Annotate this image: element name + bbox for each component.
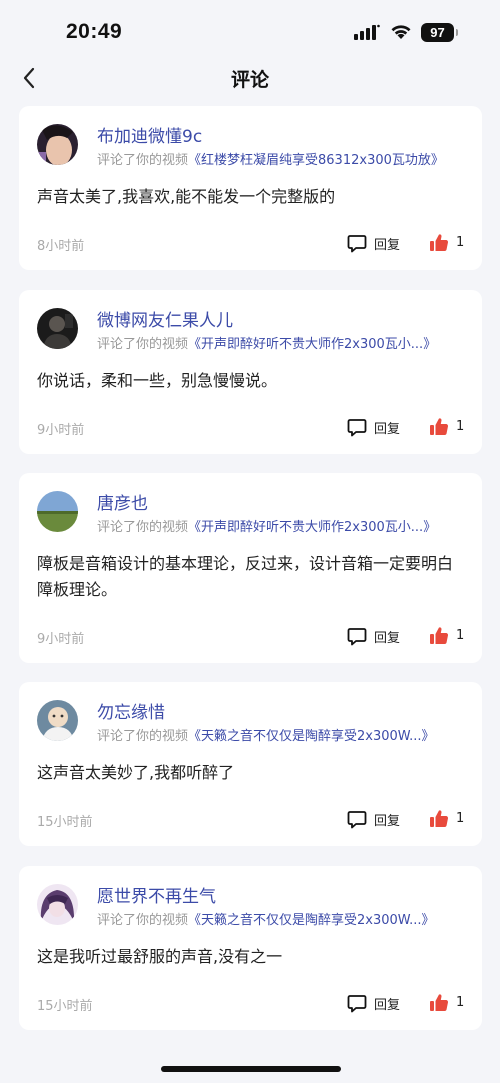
video-link[interactable]: 《红楼梦枉凝眉纯享受86312x300瓦功放》 — [188, 153, 444, 168]
video-link[interactable]: 《开声即醉好听不贵大师作2x300瓦小...》 — [188, 520, 436, 535]
like-button[interactable]: 1 — [429, 232, 469, 254]
comment-card: 勿忘缘惜 评论了你的视频《天籁之音不仅仅是陶醉享受2x300W...》 这声音太… — [19, 682, 482, 846]
comment-icon — [347, 419, 367, 437]
video-link[interactable]: 《天籁之音不仅仅是陶醉享受2x300W...》 — [188, 913, 435, 928]
reply-label: 回复 — [374, 422, 401, 437]
like-count: 1 — [456, 811, 465, 826]
battery-icon: 97 — [421, 23, 454, 42]
comment-source: 评论了你的视频《红楼梦枉凝眉纯享受86312x300瓦功放》 — [97, 149, 467, 168]
comment-card: 微博网友仁果人儿 评论了你的视频《开声即醉好听不贵大师作2x300瓦小...》 … — [19, 290, 482, 454]
comment-card: 布加迪微懂9c 评论了你的视频《红楼梦枉凝眉纯享受86312x300瓦功放》 声… — [19, 106, 482, 270]
comment-icon — [347, 628, 367, 646]
comment-source: 评论了你的视频《天籁之音不仅仅是陶醉享受2x300W...》 — [97, 725, 467, 744]
source-prefix: 评论了你的视频 — [97, 913, 189, 928]
signal-icon — [354, 24, 380, 40]
thumbs-up-icon — [430, 810, 449, 828]
card-footer: 9小时前 回复 1 — [19, 416, 482, 438]
status-time: 20:49 — [66, 20, 123, 43]
comment-text: 这是我听过最舒服的声音,没有之一 — [37, 947, 283, 966]
timestamp: 8小时前 — [37, 239, 85, 254]
status-bar: 20:49 97 — [0, 0, 500, 56]
thumbs-up-icon — [430, 234, 449, 252]
battery-tip — [456, 29, 458, 36]
video-link[interactable]: 《开声即醉好听不贵大师作2x300瓦小...》 — [188, 337, 436, 352]
reply-label: 回复 — [374, 814, 401, 829]
timestamp: 15小时前 — [37, 815, 93, 830]
user-name[interactable]: 唐彦也 — [97, 489, 148, 514]
card-footer: 9小时前 回复 1 — [19, 625, 482, 647]
comment-icon — [347, 995, 367, 1013]
like-button[interactable]: 1 — [429, 808, 469, 830]
comment-icon — [347, 235, 367, 253]
card-footer: 8小时前 回复 1 — [19, 232, 482, 254]
like-count: 1 — [456, 628, 465, 643]
thumbs-up-icon — [430, 627, 449, 645]
like-button[interactable]: 1 — [429, 992, 469, 1014]
avatar[interactable] — [37, 491, 78, 532]
user-name[interactable]: 愿世界不再生气 — [97, 882, 216, 907]
source-prefix: 评论了你的视频 — [97, 729, 189, 744]
nav-bar: 评论 — [0, 56, 500, 100]
card-footer: 15小时前 回复 1 — [19, 808, 482, 830]
timestamp: 9小时前 — [37, 423, 85, 438]
source-prefix: 评论了你的视频 — [97, 153, 189, 168]
reply-label: 回复 — [374, 998, 401, 1013]
reply-label: 回复 — [374, 238, 401, 253]
home-indicator[interactable] — [161, 1066, 341, 1072]
comment-text: 这声音太美妙了,我都听醉了 — [37, 763, 235, 782]
page-title: 评论 — [230, 69, 269, 91]
avatar[interactable] — [37, 124, 78, 165]
user-name[interactable]: 布加迪微懂9c — [97, 122, 202, 147]
like-count: 1 — [456, 235, 465, 250]
like-count: 1 — [456, 419, 465, 434]
avatar[interactable] — [37, 700, 78, 741]
source-prefix: 评论了你的视频 — [97, 520, 189, 535]
timestamp: 9小时前 — [37, 632, 85, 647]
user-name[interactable]: 勿忘缘惜 — [97, 698, 165, 723]
source-prefix: 评论了你的视频 — [97, 337, 189, 352]
thumbs-up-icon — [430, 418, 449, 436]
avatar[interactable] — [37, 308, 78, 349]
like-button[interactable]: 1 — [429, 625, 469, 647]
comment-card: 愿世界不再生气 评论了你的视频《天籁之音不仅仅是陶醉享受2x300W...》 这… — [19, 866, 482, 1030]
like-count: 1 — [456, 995, 465, 1010]
avatar[interactable] — [37, 884, 78, 925]
user-name[interactable]: 微博网友仁果人儿 — [97, 306, 233, 331]
thumbs-up-icon — [430, 994, 449, 1012]
timestamp: 15小时前 — [37, 999, 93, 1014]
comment-text: 障板是音箱设计的基本理论，反过来，设计音箱一定要明白障板理论。 — [37, 554, 454, 599]
reply-label: 回复 — [374, 631, 401, 646]
video-link[interactable]: 《天籁之音不仅仅是陶醉享受2x300W...》 — [188, 729, 435, 744]
comment-icon — [347, 811, 367, 829]
comment-source: 评论了你的视频《开声即醉好听不贵大师作2x300瓦小...》 — [97, 516, 467, 535]
comment-text: 你说话，柔和一些，别急慢慢说。 — [37, 371, 278, 390]
comment-source: 评论了你的视频《开声即醉好听不贵大师作2x300瓦小...》 — [97, 333, 467, 352]
comment-card: 唐彦也 评论了你的视频《开声即醉好听不贵大师作2x300瓦小...》 障板是音箱… — [19, 473, 482, 663]
like-button[interactable]: 1 — [429, 416, 469, 438]
comment-source: 评论了你的视频《天籁之音不仅仅是陶醉享受2x300W...》 — [97, 909, 467, 928]
comment-text: 声音太美了,我喜欢,能不能发一个完整版的 — [37, 187, 336, 206]
wifi-icon — [391, 25, 411, 39]
card-footer: 15小时前 回复 1 — [19, 992, 482, 1014]
